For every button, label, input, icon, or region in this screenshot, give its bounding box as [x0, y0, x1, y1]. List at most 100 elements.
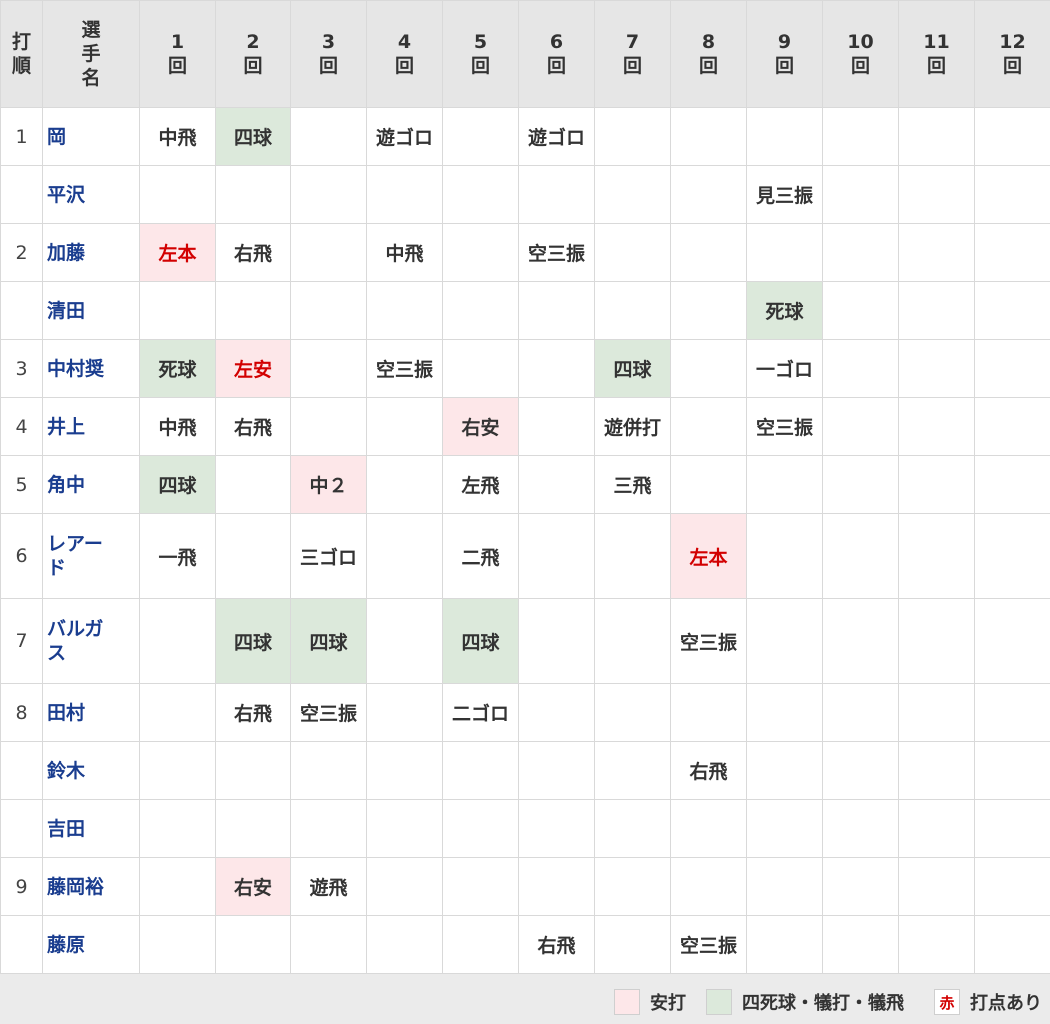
at-bat-result [290, 799, 367, 858]
at-bat-result [290, 339, 367, 398]
at-bat-result [366, 281, 443, 340]
at-bat-result [518, 513, 595, 599]
at-bat-result [215, 165, 291, 224]
at-bat-result [215, 799, 291, 858]
at-bat-result: 三ゴロ [290, 513, 367, 599]
at-bat-result [670, 397, 747, 456]
at-bat-result [290, 223, 367, 282]
at-bat-result [974, 107, 1050, 166]
player-name[interactable]: 吉田 [42, 799, 140, 858]
at-bat-result [822, 339, 899, 398]
at-bat-result [898, 165, 975, 224]
at-bat-result [518, 281, 595, 340]
at-bat-result: 右飛 [215, 397, 291, 456]
player-name[interactable]: 岡 [42, 107, 140, 166]
at-bat-result: 空三振 [366, 339, 443, 398]
at-bat-result [974, 915, 1050, 974]
player-name[interactable]: 清田 [42, 281, 140, 340]
batting-order [0, 915, 43, 974]
at-bat-result: 空三振 [518, 223, 595, 282]
at-bat-result [594, 223, 671, 282]
at-bat-result [290, 741, 367, 800]
at-bat-result [822, 513, 899, 599]
header-inning-label: 2回 [243, 31, 263, 77]
at-bat-result [139, 741, 216, 800]
batting-order [0, 165, 43, 224]
player-name[interactable]: 井上 [42, 397, 140, 456]
at-bat-result [822, 915, 899, 974]
at-bat-result [822, 397, 899, 456]
header-inning-label: 10 回 [847, 31, 874, 77]
player-name[interactable]: 藤原 [42, 915, 140, 974]
at-bat-result [594, 598, 671, 684]
at-bat-result [670, 683, 747, 742]
at-bat-result [670, 165, 747, 224]
at-bat-result [518, 857, 595, 916]
legend: 安打 四死球・犠打・犠飛 赤 打点あり [0, 974, 1050, 1024]
at-bat-result [898, 915, 975, 974]
at-bat-result [518, 455, 595, 514]
at-bat-result [518, 165, 595, 224]
player-name[interactable]: 田村 [42, 683, 140, 742]
table-row: 7 バルガス四球 四球 四球 空三振 [0, 598, 1050, 684]
player-name[interactable]: 鈴木 [42, 741, 140, 800]
at-bat-result [139, 683, 216, 742]
at-bat-result [442, 741, 519, 800]
player-name[interactable]: レアード [42, 513, 140, 599]
at-bat-result [822, 107, 899, 166]
header-inning-2: 2回 [215, 0, 291, 108]
at-bat-result: 右飛 [518, 915, 595, 974]
header-inning-6: 6回 [518, 0, 595, 108]
at-bat-result [974, 513, 1050, 599]
at-bat-result: 右飛 [215, 223, 291, 282]
batting-table: 打順 選手名 1 回 2 回 3 回 4 回 5 回 6 回 7 回 8 回 9 回 10 回 11 回 12 回 1 岡中飛四… [0, 0, 1050, 974]
at-bat-result [974, 741, 1050, 800]
at-bat-result: 遊ゴロ [366, 107, 443, 166]
at-bat-result [898, 513, 975, 599]
at-bat-result [746, 683, 823, 742]
player-name[interactable]: バルガス [42, 598, 140, 684]
header-inning-4: 4回 [366, 0, 443, 108]
at-bat-result [215, 513, 291, 599]
at-bat-result: 二飛 [442, 513, 519, 599]
player-name[interactable]: 加藤 [42, 223, 140, 282]
player-name[interactable]: 藤岡裕 [42, 857, 140, 916]
at-bat-result [974, 799, 1050, 858]
header-order: 打順 [0, 0, 43, 108]
scorecard: 打順 選手名 1 回 2 回 3 回 4 回 5 回 6 回 7 回 8 回 9 回 10 回 11 回 12 回 1 岡中飛四… [0, 0, 1050, 1024]
at-bat-result [139, 281, 216, 340]
at-bat-result [974, 857, 1050, 916]
player-name[interactable]: 中村奨 [42, 339, 140, 398]
player-name[interactable]: 角中 [42, 455, 140, 514]
at-bat-result [822, 455, 899, 514]
at-bat-result [442, 857, 519, 916]
at-bat-result [746, 513, 823, 599]
at-bat-result [822, 223, 899, 282]
at-bat-result [139, 799, 216, 858]
at-bat-result: 空三振 [746, 397, 823, 456]
player-name[interactable]: 平沢 [42, 165, 140, 224]
at-bat-result: 空三振 [290, 683, 367, 742]
header-inning-8: 8回 [670, 0, 747, 108]
header-inning-7: 7回 [594, 0, 671, 108]
at-bat-result [670, 799, 747, 858]
table-row: 1 岡中飛 四球 遊ゴロ 遊ゴロ [0, 107, 1050, 166]
at-bat-result [974, 223, 1050, 282]
at-bat-result [746, 915, 823, 974]
at-bat-result [746, 107, 823, 166]
at-bat-result [974, 281, 1050, 340]
at-bat-result: 四球 [139, 455, 216, 514]
at-bat-result [366, 857, 443, 916]
batting-order: 9 [0, 857, 43, 916]
header-inning-label: 1回 [167, 31, 187, 77]
at-bat-result: 死球 [746, 281, 823, 340]
at-bat-result: 遊併打 [594, 397, 671, 456]
at-bat-result: 左安 [215, 339, 291, 398]
walk-swatch [706, 989, 732, 1015]
at-bat-result [290, 281, 367, 340]
at-bat-result [822, 799, 899, 858]
batting-order [0, 281, 43, 340]
table-row: 4 井上 中飛 右飛 右安 遊併打 空三振 [0, 397, 1050, 456]
table-row: 9 藤岡裕 右安 遊飛 [0, 857, 1050, 916]
header-inning-3: 3回 [290, 0, 367, 108]
